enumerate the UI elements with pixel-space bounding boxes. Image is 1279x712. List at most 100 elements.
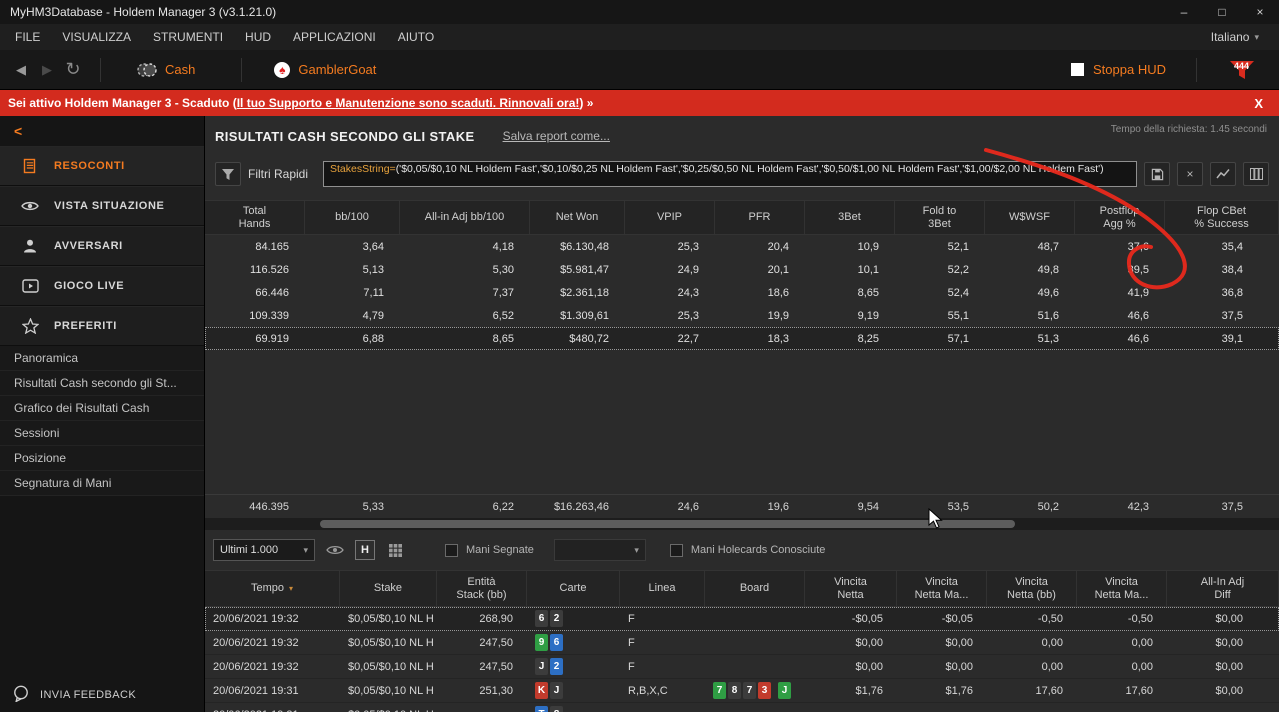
table-row[interactable]: 84.1653,644,18$6.130,4825,320,410,952,14…	[205, 235, 1279, 258]
language-label: Italiano	[1211, 30, 1250, 44]
table-row[interactable]: 20/06/2021 19:31$0,05/$0,10 NL H251,30KJ…	[205, 679, 1279, 703]
clear-filter-button[interactable]: ×	[1177, 162, 1203, 186]
feedback-bubble-icon	[12, 685, 30, 705]
table-row[interactable]: 69.9196,888,65$480,7222,718,38,2557,151,…	[205, 327, 1279, 350]
table-row[interactable]: 66.4467,117,37$2.361,1824,318,68,6552,44…	[205, 281, 1279, 304]
column-header-5-board[interactable]: Board	[705, 571, 805, 606]
renew-license-link[interactable]: Il tuo Supporto e Manutenzione sono scad…	[237, 96, 580, 110]
menu-strumenti[interactable]: STRUMENTI	[142, 30, 234, 44]
menu-hud[interactable]: HUD	[234, 30, 282, 44]
column-header-fold-to-3bet[interactable]: Fold to3Bet	[895, 201, 985, 234]
column-header-bb-100[interactable]: bb/100	[305, 201, 400, 234]
hud-button[interactable]: H	[355, 540, 375, 560]
language-selector[interactable]: Italiano ▾	[1211, 30, 1275, 44]
eye-button[interactable]	[323, 539, 347, 561]
table-row[interactable]: 20/06/2021 19:32$0,05/$0,10 NL H247,50J2…	[205, 655, 1279, 679]
column-header-10-all-in-adj-diff[interactable]: All-In AdjDiff	[1167, 571, 1279, 606]
column-header-6-vincita-netta[interactable]: VincitaNetta	[805, 571, 897, 606]
app-window: MyHM3Database - Holdem Manager 3 (v3.1.2…	[0, 0, 1279, 712]
menu-applicazioni[interactable]: APPLICAZIONI	[282, 30, 387, 44]
menu-visualizza[interactable]: VISUALIZZA	[51, 30, 142, 44]
sidebar-subitem-grafico-dei-risultati-cash[interactable]: Grafico dei Risultati Cash	[0, 396, 204, 421]
cash-tab[interactable]: Cash	[165, 62, 195, 77]
grid-view-button[interactable]	[383, 539, 407, 561]
card-6-spade: 6	[535, 610, 548, 627]
minimize-button[interactable]: –	[1165, 0, 1203, 24]
hand-money-cell: 17,60	[987, 679, 1077, 703]
sidebar-subitem-panoramica[interactable]: Panoramica	[0, 346, 204, 371]
column-header-9-vincita-netta-ma[interactable]: VincitaNetta Ma...	[1077, 571, 1167, 606]
table-row[interactable]: 20/06/2021 19:31$0,05/$0,10 NL HT8	[205, 703, 1279, 712]
sidebar-item-vista-situazione[interactable]: VISTA SITUAZIONE	[0, 186, 204, 226]
quick-filter-funnel-icon[interactable]	[215, 162, 241, 186]
graph-button[interactable]	[1210, 162, 1236, 186]
close-button[interactable]: ×	[1241, 0, 1279, 24]
save-filter-button[interactable]	[1144, 162, 1170, 186]
sidebar-collapse-button[interactable]: <	[0, 116, 204, 146]
scrollbar-thumb[interactable]	[320, 520, 1015, 528]
hand-stack-cell: 247,50	[437, 631, 527, 655]
alert-close-button[interactable]: X	[1254, 96, 1271, 111]
back-icon[interactable]: ◀	[8, 62, 34, 78]
columns-button[interactable]	[1243, 162, 1269, 186]
sidebar-subitem-posizione[interactable]: Posizione	[0, 446, 204, 471]
quick-filter-input[interactable]: StakesString=('$0,05/$0,10 NL Holdem Fas…	[323, 161, 1137, 187]
refresh-icon[interactable]: ↻	[60, 59, 86, 80]
table-row[interactable]: 20/06/2021 19:32$0,05/$0,10 NL H268,9062…	[205, 607, 1279, 631]
last-hands-select[interactable]: Ultimi 1.000 ▾	[213, 539, 315, 561]
chevron-down-icon: ▾	[303, 545, 308, 556]
save-report-link[interactable]: Salva report come...	[503, 129, 610, 143]
column-header-3-carte[interactable]: Carte	[527, 571, 620, 606]
table-row[interactable]: 20/06/2021 19:32$0,05/$0,10 NL H247,5096…	[205, 631, 1279, 655]
horizontal-scrollbar[interactable]	[205, 518, 1279, 530]
hand-cards-cell: KJ	[527, 679, 620, 703]
column-header-pfr[interactable]: PFR	[715, 201, 805, 234]
hand-money-cell: $0,00	[1167, 631, 1279, 655]
sidebar-subitem-risultati-cash-secondo-gli-st[interactable]: Risultati Cash secondo gli St...	[0, 371, 204, 396]
column-header-total-hands[interactable]: TotalHands	[205, 201, 305, 234]
hands-table-body: 20/06/2021 19:32$0,05/$0,10 NL H268,9062…	[205, 607, 1279, 712]
alert-text: Sei attivo Holdem Manager 3 - Scaduto (	[8, 96, 237, 110]
column-header-vpip[interactable]: VPIP	[625, 201, 715, 234]
table-row[interactable]: 109.3394,796,52$1.309,6125,319,99,1955,1…	[205, 304, 1279, 327]
maximize-button[interactable]: □	[1203, 0, 1241, 24]
column-header-all-in-adj-bb-100[interactable]: All-in Adj bb/100	[400, 201, 530, 234]
column-header-1-stake[interactable]: Stake	[340, 571, 437, 606]
sidebar-subitem-segnatura-di-mani[interactable]: Segnatura di Mani	[0, 471, 204, 496]
menu-file[interactable]: FILE	[4, 30, 51, 44]
marked-hands-select[interactable]: ▾	[554, 539, 646, 561]
column-header-w-wsf[interactable]: W$WSF	[985, 201, 1075, 234]
sidebar-item-gioco-live[interactable]: GIOCO LIVE	[0, 266, 204, 306]
filter-value-text: ('$0,05/$0,10 NL Holdem Fast','$0,10/$0,…	[396, 163, 1104, 175]
column-header-7-vincita-netta-ma[interactable]: VincitaNetta Ma...	[897, 571, 987, 606]
sidebar-subitem-sessioni[interactable]: Sessioni	[0, 421, 204, 446]
hand-money-cell: $0,00	[1167, 607, 1279, 631]
stats-table-header: TotalHandsbb/100All-in Adj bb/100Net Won…	[205, 200, 1279, 235]
menu-aiuto[interactable]: AIUTO	[387, 30, 445, 44]
totals-cell: 5,33	[305, 495, 400, 518]
send-feedback-button[interactable]: INVIA FEEDBACK	[0, 678, 204, 712]
totals-cell: 9,54	[805, 495, 895, 518]
column-header-postflop-agg[interactable]: PostflopAgg %	[1075, 201, 1165, 234]
column-header-flop-cbet-success[interactable]: Flop CBet% Success	[1165, 201, 1279, 234]
column-header-4-linea[interactable]: Linea	[620, 571, 705, 606]
table-row[interactable]: 116.5265,135,30$5.981,4724,920,110,152,2…	[205, 258, 1279, 281]
sidebar-item-preferiti[interactable]: PREFERITI	[0, 306, 204, 346]
marked-hands-checkbox[interactable]	[445, 544, 458, 557]
sidebar-item-avversari[interactable]: AVVERSARI	[0, 226, 204, 266]
stop-hud-checkbox[interactable]	[1071, 63, 1084, 76]
stats-cell: 51,6	[985, 304, 1075, 327]
hand-cards-cell: J2	[527, 655, 620, 679]
hand-stake-cell: $0,05/$0,10 NL H	[340, 655, 437, 679]
player-tab[interactable]: GamblerGoat	[298, 62, 376, 77]
column-header-0-tempo[interactable]: Tempo▾	[205, 571, 340, 606]
sidebar-item-resoconti[interactable]: RESOCONTI	[0, 146, 204, 186]
column-header-net-won[interactable]: Net Won	[530, 201, 625, 234]
column-header-3bet[interactable]: 3Bet	[805, 201, 895, 234]
menu-items: FILEVISUALIZZASTRUMENTIHUDAPPLICAZIONIAI…	[4, 30, 445, 44]
known-holecards-checkbox[interactable]	[670, 544, 683, 557]
column-header-2-entit-stack-bb[interactable]: EntitàStack (bb)	[437, 571, 527, 606]
forward-icon[interactable]: ▶	[34, 62, 60, 78]
column-header-8-vincita-netta-bb[interactable]: VincitaNetta (bb)	[987, 571, 1077, 606]
filter-funnel-button[interactable]: 444	[1227, 58, 1257, 82]
